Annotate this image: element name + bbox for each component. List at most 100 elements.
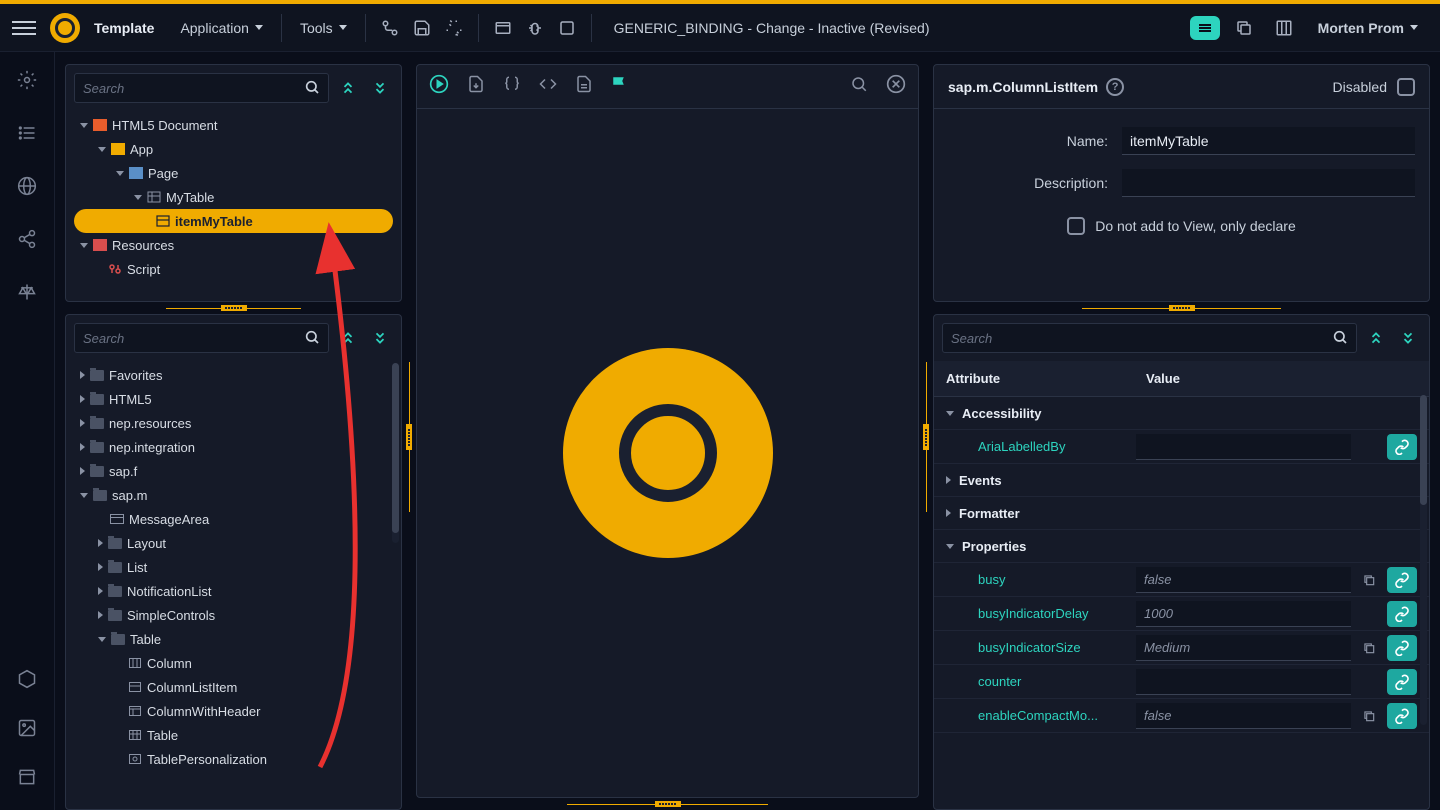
activity-rail xyxy=(0,52,55,810)
prop-value-input[interactable] xyxy=(1136,434,1351,460)
document-icon[interactable] xyxy=(575,75,593,98)
properties-search-input[interactable]: Search xyxy=(942,323,1357,353)
lib-item-message-area[interactable]: MessageArea xyxy=(70,507,397,531)
store-icon[interactable] xyxy=(17,767,37,792)
tree-item-mytable[interactable]: MyTable xyxy=(70,185,397,209)
tree-item-html5-doc[interactable]: HTML5 Document xyxy=(70,113,397,137)
lib-item-list[interactable]: List xyxy=(70,555,397,579)
prop-busy-indicator-size: busyIndicatorSize Medium xyxy=(934,631,1429,665)
name-field[interactable] xyxy=(1122,127,1415,155)
binding-button[interactable] xyxy=(1387,669,1417,695)
binding-button[interactable] xyxy=(1387,635,1417,661)
magic-icon[interactable] xyxy=(438,12,470,44)
vertical-splitter[interactable] xyxy=(402,64,416,810)
copy-icon[interactable] xyxy=(1228,12,1260,44)
expand-all-icon[interactable] xyxy=(1363,325,1389,351)
group-formatter[interactable]: Formatter xyxy=(934,497,1429,530)
lib-item-column-list-item[interactable]: ColumnListItem xyxy=(70,675,397,699)
collapse-all-icon[interactable] xyxy=(367,325,393,351)
bug-icon[interactable] xyxy=(519,12,551,44)
canvas-body[interactable] xyxy=(417,109,918,797)
copy-icon[interactable] xyxy=(1359,573,1379,587)
group-events[interactable]: Events xyxy=(934,464,1429,497)
lib-item-layout[interactable]: Layout xyxy=(70,531,397,555)
collapse-all-icon[interactable] xyxy=(1395,325,1421,351)
git-icon[interactable] xyxy=(374,12,406,44)
hexagon-icon[interactable] xyxy=(17,669,37,694)
prop-value-input[interactable]: false xyxy=(1136,567,1351,593)
group-accessibility[interactable]: Accessibility xyxy=(934,397,1429,430)
lib-item-table-control[interactable]: Table xyxy=(70,723,397,747)
lib-item-sap-m[interactable]: sap.m xyxy=(70,483,397,507)
lib-item-html5[interactable]: HTML5 xyxy=(70,387,397,411)
lib-item-simple-controls[interactable]: SimpleControls xyxy=(70,603,397,627)
play-icon[interactable] xyxy=(429,74,449,99)
prop-value-input[interactable]: false xyxy=(1136,703,1351,729)
binding-button[interactable] xyxy=(1387,601,1417,627)
disabled-checkbox[interactable] xyxy=(1397,78,1415,96)
tree-item-app[interactable]: App xyxy=(70,137,397,161)
lib-item-sap-f[interactable]: sap.f xyxy=(70,459,397,483)
search-icon[interactable] xyxy=(304,329,320,348)
menu-button[interactable] xyxy=(12,17,36,39)
flag-icon[interactable] xyxy=(611,75,629,98)
expand-all-icon[interactable] xyxy=(335,75,361,101)
outline-search-input[interactable]: Search xyxy=(74,73,329,103)
lib-item-nep-integration[interactable]: nep.integration xyxy=(70,435,397,459)
library-search-input[interactable]: Search xyxy=(74,323,329,353)
close-circle-icon[interactable] xyxy=(886,74,906,99)
tree-item-script[interactable]: Script xyxy=(70,257,397,281)
prop-value-input[interactable]: 1000 xyxy=(1136,601,1351,627)
prop-counter: counter xyxy=(934,665,1429,699)
prop-enable-compact-mode: enableCompactMo... false xyxy=(934,699,1429,733)
device-icon[interactable] xyxy=(551,12,583,44)
tree-item-page[interactable]: Page xyxy=(70,161,397,185)
lib-item-table-personalization[interactable]: TablePersonalization xyxy=(70,747,397,771)
lib-item-favorites[interactable]: Favorites xyxy=(70,363,397,387)
layout-icon[interactable] xyxy=(1268,12,1300,44)
horizontal-splitter[interactable] xyxy=(933,302,1430,314)
info-icon[interactable]: ? xyxy=(1106,78,1124,96)
search-icon[interactable] xyxy=(1332,329,1348,348)
binding-button[interactable] xyxy=(1387,703,1417,729)
list-icon[interactable] xyxy=(17,123,37,148)
window-icon[interactable] xyxy=(487,12,519,44)
balance-icon[interactable] xyxy=(17,282,37,307)
lib-item-column-with-header[interactable]: ColumnWithHeader xyxy=(70,699,397,723)
braces-icon[interactable] xyxy=(503,75,521,98)
expand-all-icon[interactable] xyxy=(335,325,361,351)
lib-item-table[interactable]: Table xyxy=(70,627,397,651)
globe-icon[interactable] xyxy=(17,176,37,201)
horizontal-splitter[interactable] xyxy=(416,798,919,810)
binding-button[interactable] xyxy=(1387,567,1417,593)
description-field[interactable] xyxy=(1122,169,1415,197)
vertical-splitter[interactable] xyxy=(919,64,933,810)
binding-button[interactable] xyxy=(1387,434,1417,460)
copy-icon[interactable] xyxy=(1359,709,1379,723)
template-label: Template xyxy=(94,20,154,36)
code-icon[interactable] xyxy=(539,75,557,98)
group-properties[interactable]: Properties xyxy=(934,530,1429,563)
tree-item-resources[interactable]: Resources xyxy=(70,233,397,257)
download-icon[interactable] xyxy=(467,75,485,98)
prop-value-input[interactable] xyxy=(1136,669,1351,695)
application-menu[interactable]: Application xyxy=(170,14,273,42)
horizontal-splitter[interactable] xyxy=(65,302,402,314)
theme-toggle[interactable] xyxy=(1190,16,1220,40)
user-menu[interactable]: Morten Prom xyxy=(1308,14,1428,42)
prop-value-input[interactable]: Medium xyxy=(1136,635,1351,661)
copy-icon[interactable] xyxy=(1359,641,1379,655)
declare-only-checkbox[interactable] xyxy=(1067,217,1085,235)
tools-menu[interactable]: Tools xyxy=(290,14,357,42)
save-icon[interactable] xyxy=(406,12,438,44)
canvas-search-icon[interactable] xyxy=(850,75,868,98)
share-icon[interactable] xyxy=(17,229,37,254)
search-icon[interactable] xyxy=(304,79,320,98)
lib-item-column[interactable]: Column xyxy=(70,651,397,675)
settings-icon[interactable] xyxy=(17,70,37,95)
collapse-all-icon[interactable] xyxy=(367,75,393,101)
lib-item-nep-resources[interactable]: nep.resources xyxy=(70,411,397,435)
tree-item-itemmytable[interactable]: itemMyTable xyxy=(74,209,393,233)
image-icon[interactable] xyxy=(17,718,37,743)
lib-item-notification-list[interactable]: NotificationList xyxy=(70,579,397,603)
